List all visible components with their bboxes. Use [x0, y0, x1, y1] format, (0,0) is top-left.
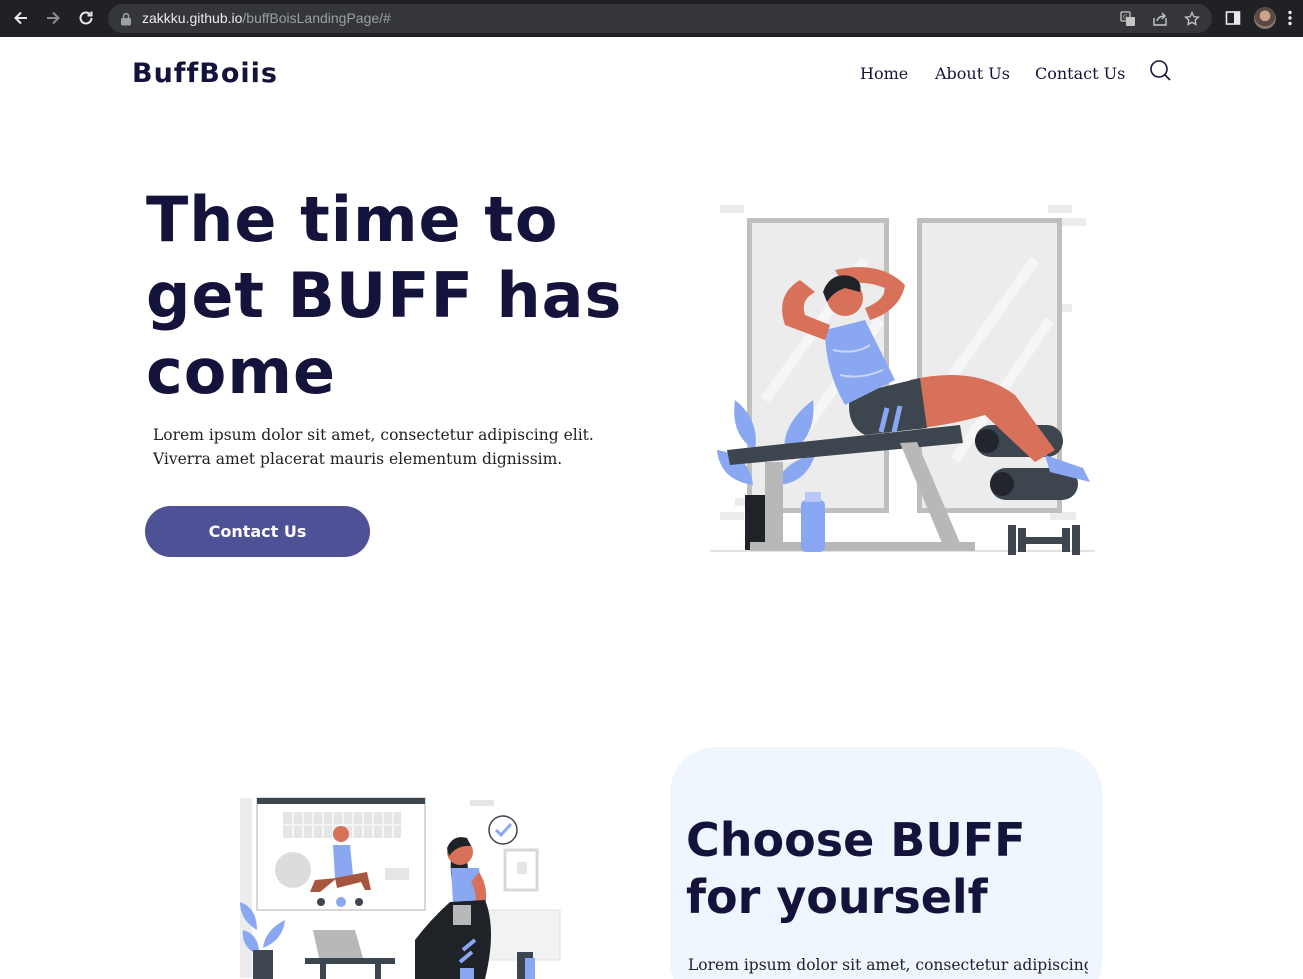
hero-title-line: The time to	[146, 183, 559, 256]
section-description: Lorem ipsum dolor sit amet, consectetur …	[688, 956, 1088, 974]
nav-about-us[interactable]: About Us	[935, 64, 1010, 83]
browser-toolbar: zakkku.github.io/buffBoisLandingPage/# G	[0, 0, 1303, 37]
translate-icon[interactable]: G	[1118, 9, 1138, 29]
section-title-line: for yourself	[686, 870, 988, 924]
workout-bench-illustration	[710, 205, 1095, 555]
back-icon	[14, 11, 27, 25]
star-icon[interactable]	[1182, 9, 1202, 29]
svg-text:G: G	[1123, 14, 1128, 21]
nav-contact-us[interactable]: Contact Us	[1035, 64, 1125, 83]
url-text[interactable]: zakkku.github.io/buffBoisLandingPage/#	[142, 10, 391, 26]
section-title: Choose BUFF for yourself	[686, 812, 1086, 926]
hero-title-line: come	[146, 335, 336, 408]
forward-icon	[47, 11, 60, 25]
lock-icon[interactable]	[116, 9, 136, 29]
avatar[interactable]	[1254, 7, 1276, 29]
side-panel-button[interactable]	[1222, 7, 1244, 29]
hero-title-line: get BUFF has	[146, 259, 623, 332]
search-button[interactable]	[1148, 58, 1172, 82]
hero-description: Lorem ipsum dolor sit amet, consectetur …	[153, 426, 594, 468]
online-training-illustration	[240, 797, 561, 979]
share-icon[interactable]	[1150, 9, 1170, 29]
site-logo[interactable]: BuffBoiis	[132, 58, 278, 89]
reload-button[interactable]	[73, 6, 99, 30]
section-title-line: Choose BUFF	[686, 813, 1026, 867]
menu-icon	[1288, 10, 1292, 26]
reload-icon	[79, 11, 93, 25]
side-panel-icon	[1225, 11, 1241, 25]
url-host: zakkku.github.io	[142, 10, 243, 26]
contact-us-button[interactable]: Contact Us	[145, 506, 370, 557]
back-button[interactable]	[8, 6, 34, 30]
nav-home[interactable]: Home	[860, 64, 908, 83]
search-icon	[1150, 60, 1171, 81]
address-bar[interactable]: zakkku.github.io/buffBoisLandingPage/# G	[108, 4, 1212, 33]
forward-button[interactable]	[40, 6, 66, 30]
menu-button[interactable]	[1282, 7, 1298, 29]
url-path: /buffBoisLandingPage/#	[242, 10, 391, 26]
hero-title: The time to get BUFF has come	[146, 182, 666, 410]
